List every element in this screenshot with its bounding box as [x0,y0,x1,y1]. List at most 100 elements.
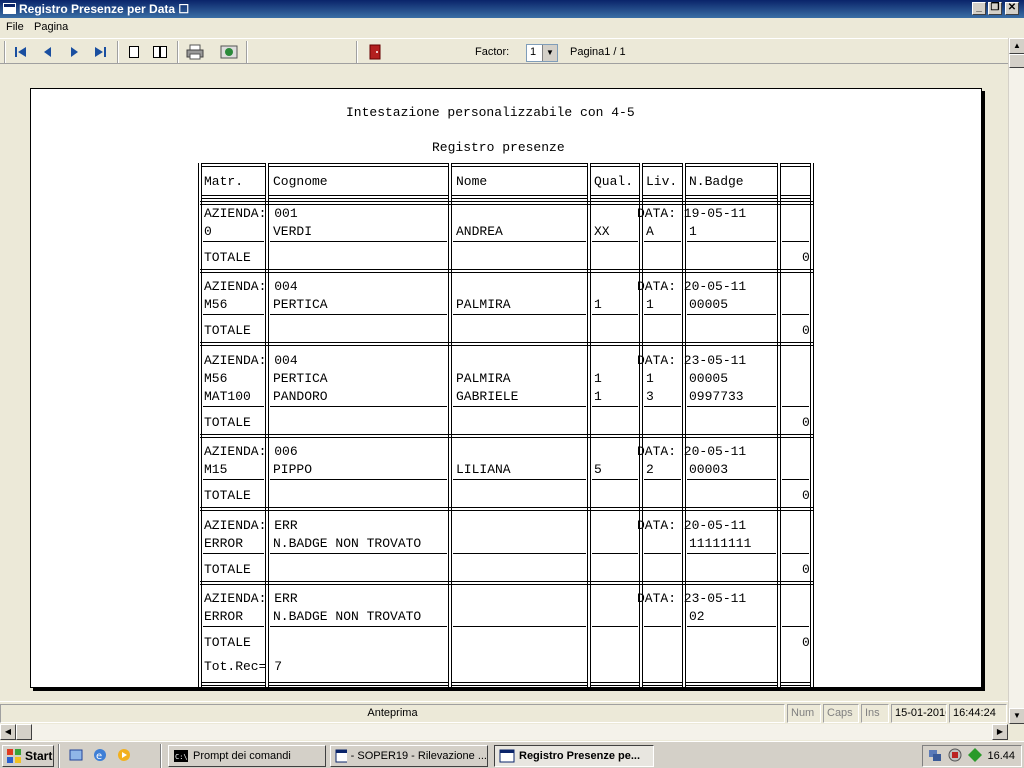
totale-label: TOTALE [204,415,251,430]
col-matr-cell: 0 [204,224,212,239]
scroll-thumb[interactable] [1009,54,1024,68]
close-button[interactable]: ✕ [1005,2,1019,15]
prev-page-icon[interactable] [37,42,59,62]
menu-file[interactable]: File [6,21,24,33]
totale-label: TOTALE [204,323,251,338]
double-rule [200,342,814,346]
double-rule [591,682,639,686]
window-icon[interactable] [3,3,16,14]
totale-value: 0 [802,250,810,265]
tray-clock: 16.44 [987,750,1015,762]
data-label: DATA: 20-05-11 [637,518,747,533]
totale-value: 0 [802,562,810,577]
underline [592,314,638,315]
svg-text:C:\: C:\ [175,753,188,761]
chevron-down-icon[interactable]: ▼ [542,45,557,61]
col-liv-header: Liv. [646,174,678,189]
underline [782,406,809,407]
status-bar: Anteprima Num Caps Ins 15-01-2016 16:44:… [0,701,1008,724]
toolbar-separator [117,41,119,63]
col-nome-cell: LILIANA [456,462,511,477]
col-matr-cell: M15 [204,462,228,477]
underline [644,406,681,407]
double-rule [643,163,682,167]
col-cognome-cell: N.BADGE NON TROVATO [273,609,422,624]
col-nbadge-cell: 02 [689,609,705,624]
col-matr-cell: ERROR [204,609,244,624]
export-icon[interactable] [218,42,240,62]
task-prompt[interactable]: C:\ Prompt dei comandi [168,745,326,767]
minimize-button[interactable]: _ [972,2,986,15]
underline [592,406,638,407]
network-icon[interactable] [927,747,943,766]
factor-value: 1 [530,46,537,58]
single-page-icon[interactable] [123,42,145,62]
azienda-label: AZIENDA: ERR [204,591,298,606]
underline [453,479,586,480]
report-header: Intestazione personalizzabile con 4-5 [346,105,635,120]
next-page-icon[interactable] [63,42,85,62]
status-time: 16:44:24 [949,704,1007,723]
azienda-label: AZIENDA: 006 [204,444,298,459]
double-rule [452,682,587,686]
col-nbadge-cell: 00003 [689,462,729,477]
double-rule [200,434,814,438]
restore-button[interactable]: ❐ [988,2,1002,15]
underline [687,241,776,242]
factor-select[interactable]: 1 ▼ [526,44,558,62]
task-soper19[interactable]: - SOPER19 - Rilevazione ... [330,745,488,767]
security-icon[interactable] [947,747,963,766]
antivirus-icon[interactable] [967,747,983,766]
underline [453,553,586,554]
page-indicator: Pagina1 / 1 [570,46,626,58]
start-button[interactable]: Start [2,745,54,767]
azienda-label: AZIENDA: 004 [204,353,298,368]
first-page-icon[interactable] [10,42,32,62]
underline [270,626,447,627]
horizontal-scrollbar[interactable]: ◀ ▶ [0,724,1008,740]
underline [592,241,638,242]
column-rule [448,163,452,687]
underline [203,626,264,627]
hscroll-thumb[interactable] [16,724,32,740]
windows-logo-icon [7,749,21,763]
col-nome-cell: GABRIELE [456,389,519,404]
scroll-down-icon[interactable]: ▼ [1009,708,1024,724]
media-player-icon[interactable] [116,747,132,766]
totale-value: 0 [802,635,810,650]
last-page-icon[interactable] [89,42,111,62]
underline [270,241,447,242]
show-desktop-icon[interactable] [68,747,84,766]
vertical-scrollbar[interactable]: ▲ ▼ [1008,38,1024,724]
underline [687,479,776,480]
col-cognome-cell: N.BADGE NON TROVATO [273,536,422,551]
menu-pagina[interactable]: Pagina [34,21,68,33]
task-registro[interactable]: Registro Presenze pe... [494,745,654,767]
data-label: DATA: 23-05-11 [637,353,747,368]
double-rule [781,195,810,199]
two-pages-icon[interactable] [149,42,171,62]
scroll-up-icon[interactable]: ▲ [1009,38,1024,54]
tot-rec-label: Tot.Rec= 7 [204,659,283,674]
col-nome-cell: ANDREA [456,224,503,239]
col-qual-cell: 1 [594,371,602,386]
underline [687,406,776,407]
underline [687,553,776,554]
print-icon[interactable] [184,42,206,62]
report-page: Intestazione personalizzabile con 4-5 Re… [30,88,982,688]
underline [453,406,586,407]
double-rule [643,682,682,686]
scroll-right-icon[interactable]: ▶ [992,724,1008,740]
underline [270,314,447,315]
col-cognome-header: Cognome [273,174,328,189]
col-liv-cell: A [646,224,654,239]
col-cognome-cell: PANDORO [273,389,328,404]
exit-door-icon[interactable] [364,42,386,62]
underline [203,553,264,554]
toolbar-separator [356,41,358,63]
internet-explorer-icon[interactable]: e [92,747,108,766]
scroll-left-icon[interactable]: ◀ [0,724,16,740]
underline [270,553,447,554]
col-matr-cell: MAT100 [204,389,251,404]
col-qual-cell: 1 [594,389,602,404]
